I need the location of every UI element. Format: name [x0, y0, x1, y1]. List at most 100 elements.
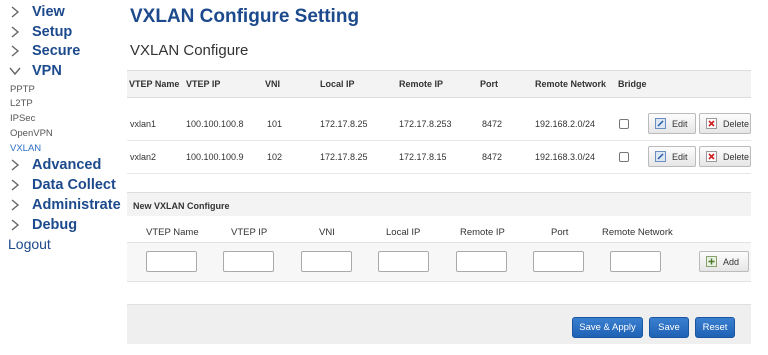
sidebar-item-label: Secure — [32, 43, 81, 59]
sidebar-item-debug[interactable]: Debug — [8, 217, 77, 233]
table-row: vxlan2 100.100.100.9 102 172.17.8.25 172… — [127, 141, 751, 174]
section-title: VXLAN Configure — [130, 42, 249, 59]
cell-remote-ip: 172.17.8.253 — [399, 119, 452, 129]
chevron-right-icon — [8, 198, 22, 212]
bridge-checkbox[interactable] — [619, 119, 629, 129]
sidebar-subitem-vxlan[interactable]: VXLAN — [10, 143, 41, 154]
cell-remote-network: 192.168.3.0/24 — [535, 152, 596, 162]
cell-local-ip: 172.17.8.25 — [320, 152, 368, 162]
column-header: Remote Network — [535, 79, 607, 89]
delete-button[interactable]: Delete — [699, 146, 751, 167]
chevron-right-icon — [8, 218, 22, 232]
add-label: Add — [723, 256, 740, 267]
sidebar-item-label: View — [32, 4, 65, 20]
local-ip-input[interactable] — [378, 251, 429, 272]
column-header: Local IP — [320, 79, 355, 89]
save-apply-button[interactable]: Save & Apply — [572, 317, 643, 338]
sidebar-item-view[interactable]: View — [8, 4, 65, 20]
edit-button[interactable]: Edit — [648, 113, 696, 134]
cell-remote-ip: 172.17.8.15 — [399, 152, 447, 162]
column-header: VTEP Name — [146, 227, 199, 238]
new-vxlan-title: New VXLAN Configure — [133, 201, 230, 211]
sidebar-item-label: Setup — [32, 24, 73, 40]
sidebar-item-data-collect[interactable]: Data Collect — [8, 177, 116, 193]
column-header: VTEP IP — [231, 227, 268, 238]
sidebar-subitem-openvpn[interactable]: OpenVPN — [10, 128, 53, 139]
edit-label: Edit — [672, 118, 688, 129]
cell-remote-network: 192.168.2.0/24 — [535, 119, 596, 129]
cell-vtep-ip: 100.100.100.8 — [186, 119, 244, 129]
column-header: VTEP Name — [129, 79, 180, 89]
cell-port: 8472 — [482, 152, 503, 162]
cell-vtep-name: vxlan2 — [130, 152, 157, 162]
new-vxlan-columns: VTEP Name VTEP IP VNI Local IP Remote IP… — [127, 216, 751, 242]
sidebar-subitem-ipsec[interactable]: IPSec — [10, 113, 35, 124]
vtep-name-input[interactable] — [146, 251, 197, 272]
table-spacer — [127, 98, 751, 108]
column-header: VNI — [319, 227, 335, 238]
sidebar: View Setup Secure VPN PPTP L2TP IPSec Op… — [0, 0, 122, 355]
new-vxlan-section: New VXLAN Configure VTEP Name VTEP IP VN… — [127, 192, 751, 284]
chevron-right-icon — [8, 25, 22, 39]
logout-link[interactable]: Logout — [8, 236, 51, 252]
sidebar-subitem-pptp[interactable]: PPTP — [10, 84, 35, 95]
edit-label: Edit — [672, 151, 688, 162]
cell-port: 8472 — [482, 119, 503, 129]
edit-button[interactable]: Edit — [648, 146, 696, 167]
chevron-right-icon — [8, 5, 22, 19]
column-header: Port — [480, 79, 498, 89]
new-vxlan-inputs: Add — [127, 242, 751, 282]
bridge-checkbox[interactable] — [619, 152, 629, 162]
sidebar-item-label: Administrate — [32, 197, 121, 213]
column-header: Local IP — [386, 227, 421, 238]
vxlan-table: VTEP Name VTEP IP VNI Local IP Remote IP… — [127, 70, 751, 174]
delete-icon — [706, 118, 717, 129]
chevron-down-icon — [8, 64, 22, 78]
sidebar-item-advanced[interactable]: Advanced — [8, 157, 101, 173]
add-button[interactable]: Add — [699, 251, 749, 272]
column-header: VNI — [265, 79, 281, 89]
vtep-ip-input[interactable] — [223, 251, 274, 272]
page-title: VXLAN Configure Setting — [130, 6, 360, 27]
sidebar-item-secure[interactable]: Secure — [8, 43, 80, 59]
delete-label: Delete — [723, 118, 750, 129]
add-icon — [706, 256, 717, 267]
cell-vni: 101 — [267, 119, 283, 129]
chevron-right-icon — [8, 44, 22, 58]
edit-icon — [655, 151, 666, 162]
column-header: VTEP IP — [186, 79, 221, 89]
sidebar-subitem-l2tp[interactable]: L2TP — [10, 98, 33, 109]
sidebar-item-label: Advanced — [32, 157, 102, 173]
chevron-right-icon — [8, 178, 22, 192]
sidebar-item-label: Debug — [32, 217, 78, 233]
column-header: Port — [551, 227, 569, 238]
cell-local-ip: 172.17.8.25 — [320, 119, 368, 129]
action-footer: Save & Apply Save Reset — [127, 304, 751, 344]
column-header: Remote Network — [602, 227, 673, 238]
new-vxlan-header: New VXLAN Configure — [127, 192, 751, 216]
remote-ip-input[interactable] — [456, 251, 507, 272]
cell-vtep-ip: 100.100.100.9 — [186, 152, 244, 162]
edit-icon — [655, 118, 666, 129]
save-button[interactable]: Save — [649, 317, 689, 338]
reset-button[interactable]: Reset — [695, 317, 735, 338]
column-header: Remote IP — [460, 227, 505, 238]
sidebar-item-label: Data Collect — [32, 177, 116, 193]
delete-button[interactable]: Delete — [699, 113, 751, 134]
sidebar-item-setup[interactable]: Setup — [8, 24, 72, 40]
column-header: Remote IP — [399, 79, 444, 89]
cell-vni: 102 — [267, 152, 283, 162]
port-input[interactable] — [533, 251, 584, 272]
sidebar-item-vpn[interactable]: VPN — [8, 63, 62, 79]
vni-input[interactable] — [301, 251, 352, 272]
sidebar-item-label: VPN — [32, 63, 62, 79]
delete-label: Delete — [723, 151, 750, 162]
table-row: vxlan1 100.100.100.8 101 172.17.8.25 172… — [127, 108, 751, 141]
column-header: Bridge — [618, 79, 647, 89]
sidebar-item-administrate[interactable]: Administrate — [8, 197, 121, 213]
remote-network-input[interactable] — [610, 251, 661, 272]
chevron-right-icon — [8, 158, 22, 172]
delete-icon — [706, 151, 717, 162]
table-header: VTEP Name VTEP IP VNI Local IP Remote IP… — [127, 70, 751, 98]
cell-vtep-name: vxlan1 — [130, 119, 157, 129]
